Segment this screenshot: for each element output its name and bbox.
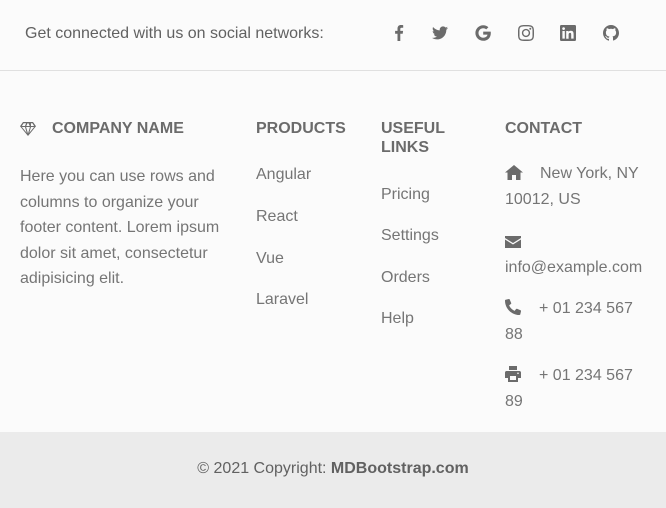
company-description: Here you can use rows and columns to org…	[20, 168, 220, 287]
facebook-icon[interactable]	[389, 23, 409, 43]
email-address: info@example.com	[505, 258, 643, 276]
products-heading: PRODUCTS	[256, 120, 346, 137]
company-column: COMPANY NAME Here you can use rows and c…	[20, 119, 225, 292]
useful-links-heading-line1: USEFUL	[381, 120, 445, 137]
contact-address: New York, NY 10012, US	[505, 161, 650, 212]
contact-column: CONTACT New York, NY 10012, US info@exam…	[505, 119, 655, 419]
product-link-vue[interactable]: Vue	[256, 249, 284, 268]
linkedin-icon[interactable]	[558, 23, 578, 43]
address-line1: New York, NY	[540, 165, 639, 182]
products-column: PRODUCTS Angular React Vue Laravel	[256, 119, 346, 308]
social-icons	[0, 23, 666, 45]
copyright-text: © 2021 Copyright: MDBootstrap.com	[0, 459, 666, 479]
useful-link-help[interactable]: Help	[381, 309, 414, 328]
useful-link-pricing[interactable]: Pricing	[381, 185, 430, 204]
product-link-laravel[interactable]: Laravel	[256, 290, 308, 309]
fax-line1: + 01 234 567	[539, 367, 633, 384]
fax-line2: 89	[505, 392, 523, 410]
envelope-icon	[505, 236, 521, 248]
useful-link-settings[interactable]: Settings	[381, 226, 439, 245]
phone-line1: + 01 234 567	[539, 300, 633, 317]
print-icon	[505, 366, 521, 382]
google-icon[interactable]	[473, 23, 493, 43]
phone-icon	[505, 298, 522, 315]
contact-heading: CONTACT	[505, 120, 583, 137]
address-line2: 10012, US	[505, 190, 581, 208]
product-link-angular[interactable]: Angular	[256, 165, 311, 184]
useful-links-heading: USEFUL LINKS	[381, 119, 445, 157]
contact-email: info@example.com	[505, 229, 650, 280]
phone-line2: 88	[505, 325, 523, 343]
copyright-bar: © 2021 Copyright: MDBootstrap.com	[0, 432, 666, 508]
company-heading: COMPANY NAME	[20, 119, 225, 138]
social-bar: Get connected with us on social networks…	[0, 0, 666, 71]
useful-links-column: USEFUL LINKS Pricing Settings Orders Hel…	[381, 119, 445, 327]
company-title: COMPANY NAME	[52, 120, 184, 137]
useful-links-heading-line2: LINKS	[381, 139, 429, 156]
copyright-prefix: © 2021 Copyright:	[197, 460, 331, 477]
product-link-react[interactable]: React	[256, 207, 298, 226]
github-icon[interactable]	[601, 23, 621, 43]
instagram-icon[interactable]	[516, 23, 536, 43]
copyright-link[interactable]: MDBootstrap.com	[331, 460, 469, 477]
twitter-icon[interactable]	[430, 23, 450, 43]
useful-link-orders[interactable]: Orders	[381, 268, 430, 287]
contact-phone: + 01 234 567 88	[505, 296, 650, 347]
gem-icon	[20, 121, 36, 136]
contact-fax: + 01 234 567 89	[505, 363, 650, 414]
home-icon	[505, 165, 523, 180]
